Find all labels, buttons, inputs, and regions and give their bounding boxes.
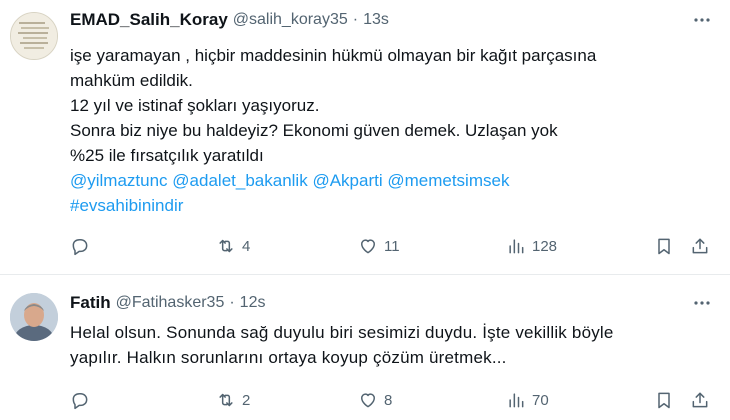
mentions-line: @yilmaztunc @adalet_bakanlik @Akparti @m…: [70, 168, 720, 193]
tweet-text: işe yaramayan , hiçbir maddesinin hükmü …: [70, 43, 720, 218]
tweet-actions: 4 11 128: [70, 232, 722, 260]
hashtag-link[interactable]: #evsahibinindir: [70, 196, 183, 215]
reply-button[interactable]: [70, 386, 90, 414]
mention-link[interactable]: @memetsimsek: [387, 171, 509, 190]
views-button[interactable]: 128: [506, 232, 557, 260]
views-bar-chart-icon: [509, 393, 524, 408]
tweet-text-line: Sonra biz niye bu haldeyiz? Ekonomi güve…: [70, 121, 558, 140]
tweet-text-line: %25 ile fırsatçılık yaratıldı: [70, 146, 264, 165]
share-upload-icon: [692, 392, 708, 408]
like-button[interactable]: 8: [358, 386, 392, 414]
mention-link[interactable]: @yilmaztunc: [70, 171, 168, 190]
display-name[interactable]: Fatih: [70, 293, 111, 313]
like-count: 8: [384, 391, 393, 409]
share-button[interactable]: [690, 386, 710, 414]
avatar[interactable]: [10, 12, 58, 60]
avatar[interactable]: [10, 293, 58, 341]
heart-icon: [361, 239, 375, 254]
tweet-timestamp[interactable]: 12s: [240, 294, 266, 312]
bookmark-button[interactable]: [654, 386, 674, 414]
display-name[interactable]: EMAD_Salih_Koray: [70, 10, 228, 30]
avatar-image: [10, 293, 58, 341]
reply-button[interactable]: [70, 232, 90, 260]
retweet-count: 2: [242, 391, 251, 409]
more-horizontal-icon[interactable]: [688, 8, 716, 32]
retweet-icon: [219, 393, 233, 407]
tweet-header: EMAD_Salih_Koray @salih_koray35 · 13s: [70, 8, 389, 32]
bookmark-icon: [658, 238, 670, 255]
retweet-button[interactable]: 4: [216, 232, 250, 260]
mention-link[interactable]: @Akparti: [312, 171, 382, 190]
tweet-actions: 2 8 70: [70, 386, 722, 414]
reply-bubble-icon: [72, 393, 88, 410]
separator-dot: ·: [229, 294, 235, 311]
bookmark-icon: [658, 392, 670, 409]
reply-bubble-icon: [72, 239, 88, 256]
separator-dot: ·: [352, 11, 359, 28]
tweet-2[interactable]: Fatih @Fatihasker35 · 12s Helal olsun. S…: [0, 275, 730, 420]
views-count: 128: [532, 237, 558, 255]
tweet-text-line: yapılır. Halkın sorunlarını ortaya koyup…: [70, 348, 507, 367]
tweet-text: Helal olsun. Sonunda sağ duyulu biri ses…: [70, 320, 720, 370]
retweet-icon: [219, 239, 233, 253]
more-horizontal-icon[interactable]: [688, 291, 716, 315]
user-handle[interactable]: @salih_koray35: [233, 11, 348, 29]
like-count: 11: [384, 237, 400, 255]
views-button[interactable]: 70: [506, 386, 549, 414]
hashtag-line: #evsahibinindir: [70, 193, 720, 218]
tweet-timestamp[interactable]: 13s: [363, 11, 389, 29]
tweet-text-line: 12 yıl ve istinaf şokları yaşıyoruz.: [70, 96, 320, 115]
share-upload-icon: [692, 238, 708, 254]
mention-link[interactable]: @adalet_bakanlik: [172, 171, 307, 190]
views-bar-chart-icon: [509, 239, 524, 254]
share-button[interactable]: [690, 232, 710, 260]
bookmark-button[interactable]: [654, 232, 674, 260]
retweet-count: 4: [242, 237, 251, 255]
tweet-text-line: Helal olsun. Sonunda sağ duyulu biri ses…: [70, 323, 614, 342]
heart-icon: [361, 393, 375, 408]
tweet-1[interactable]: EMAD_Salih_Koray @salih_koray35 · 13s iş…: [0, 0, 730, 274]
tweet-text-line: mahküm edildik.: [70, 71, 193, 90]
views-count: 70: [532, 391, 549, 409]
like-button[interactable]: 11: [358, 232, 400, 260]
avatar-image: [11, 13, 57, 59]
user-handle[interactable]: @Fatihasker35: [116, 294, 225, 312]
tweet-header: Fatih @Fatihasker35 · 12s: [70, 291, 265, 315]
tweet-text-line: işe yaramayan , hiçbir maddesinin hükmü …: [70, 46, 597, 65]
retweet-button[interactable]: 2: [216, 386, 250, 414]
